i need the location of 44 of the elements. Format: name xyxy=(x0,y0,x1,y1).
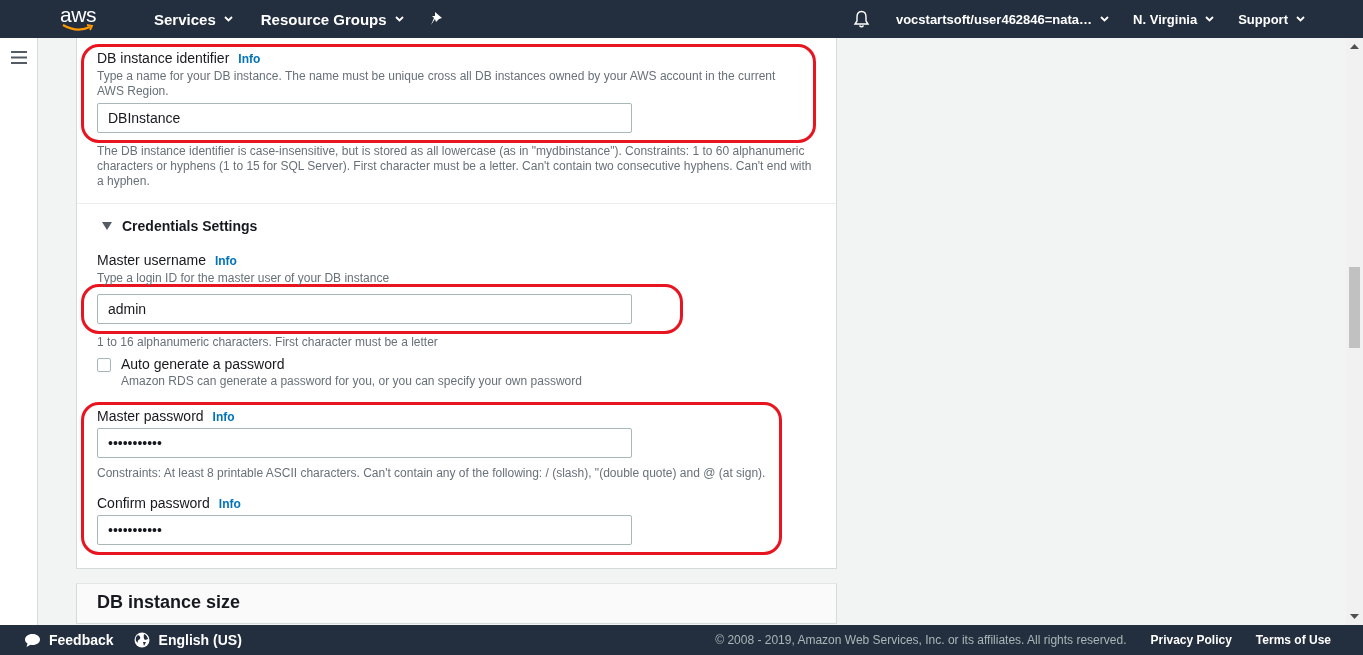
checkbox-description: Amazon RDS can generate a password for you, or you can specify your own password xyxy=(121,374,582,388)
copyright-text: © 2008 - 2019, Amazon Web Services, Inc. or its affiliates. All rights reserved. xyxy=(715,633,1127,647)
menu-icon[interactable] xyxy=(10,51,27,64)
language-selector[interactable]: English (US) xyxy=(158,632,242,648)
field-label: Master username xyxy=(97,252,206,268)
nav-menu[interactable]: Resource Groups xyxy=(260,10,404,28)
section-heading[interactable]: Credentials Settings xyxy=(122,218,258,234)
info-link[interactable]: Info xyxy=(218,497,241,511)
field-label: Confirm password xyxy=(97,495,210,511)
constraint-text: 1 to 16 alphanumeric characters. First character must be a letter xyxy=(97,335,439,350)
caret-icon xyxy=(1100,16,1110,22)
support-menu[interactable]: Support xyxy=(1238,11,1305,27)
text-field[interactable]: DBInstance xyxy=(97,103,632,133)
triangle-down-icon[interactable] xyxy=(102,222,112,230)
scroll-thumb[interactable] xyxy=(1349,267,1360,348)
constraint-text: Constraints: At least 8 printable ASCII characters. Can't contain any of the following: / (slash), "(double quote) and @ (at sign). xyxy=(97,466,766,481)
field-description: Type a login ID for the master user of your DB instance xyxy=(97,271,391,286)
constraint-text: The DB instance identifier is case-insensitive, but is stored as all lowercase (as in "mydbinstance"). Constraints: 1 to 60 alphanumeric characters or hyphens (1 to 15 for SQL Server). First character must be a letter. Can't contain two consecutive hyphens. Can't end with a hyphen. xyxy=(97,144,813,189)
info-link[interactable]: Info xyxy=(238,52,261,66)
field-description: Type a name for your DB instance. The name must be unique cross all DB instances owned by your AWS account in the current AWS Region. xyxy=(97,69,777,99)
section-title: DB instance size xyxy=(97,592,242,613)
speech-bubble-icon[interactable] xyxy=(24,632,41,648)
bell-icon[interactable] xyxy=(852,10,870,28)
checkbox-label: Auto generate a password xyxy=(121,356,286,372)
caret-icon xyxy=(1205,16,1215,22)
info-link[interactable]: Info xyxy=(212,410,235,424)
footer-link[interactable]: Privacy Policy xyxy=(1150,633,1232,647)
info-link[interactable]: Info xyxy=(214,254,237,268)
text-field[interactable]: ••••••••••• xyxy=(97,515,632,545)
checkbox[interactable] xyxy=(97,358,111,372)
globe-icon[interactable] xyxy=(133,632,150,648)
feedback-link[interactable]: Feedback xyxy=(49,632,114,648)
text-field[interactable]: admin xyxy=(97,294,632,324)
text-field[interactable]: ••••••••••• xyxy=(97,428,632,458)
aws-logo[interactable]: aws xyxy=(56,3,100,35)
field-label: DB instance identifier xyxy=(97,50,230,66)
account-menu[interactable]: vocstartsoft/user462846=nata… xyxy=(895,11,1110,27)
footer-link[interactable]: Terms of Use xyxy=(1255,633,1331,647)
region-menu[interactable]: N. Virginia xyxy=(1133,11,1215,27)
caret-icon xyxy=(1296,16,1305,22)
scroll-down-icon[interactable] xyxy=(1350,614,1359,619)
field-label: Master password xyxy=(97,408,204,424)
nav-menu[interactable]: Services xyxy=(154,10,233,28)
scroll-up-icon[interactable] xyxy=(1350,44,1359,49)
